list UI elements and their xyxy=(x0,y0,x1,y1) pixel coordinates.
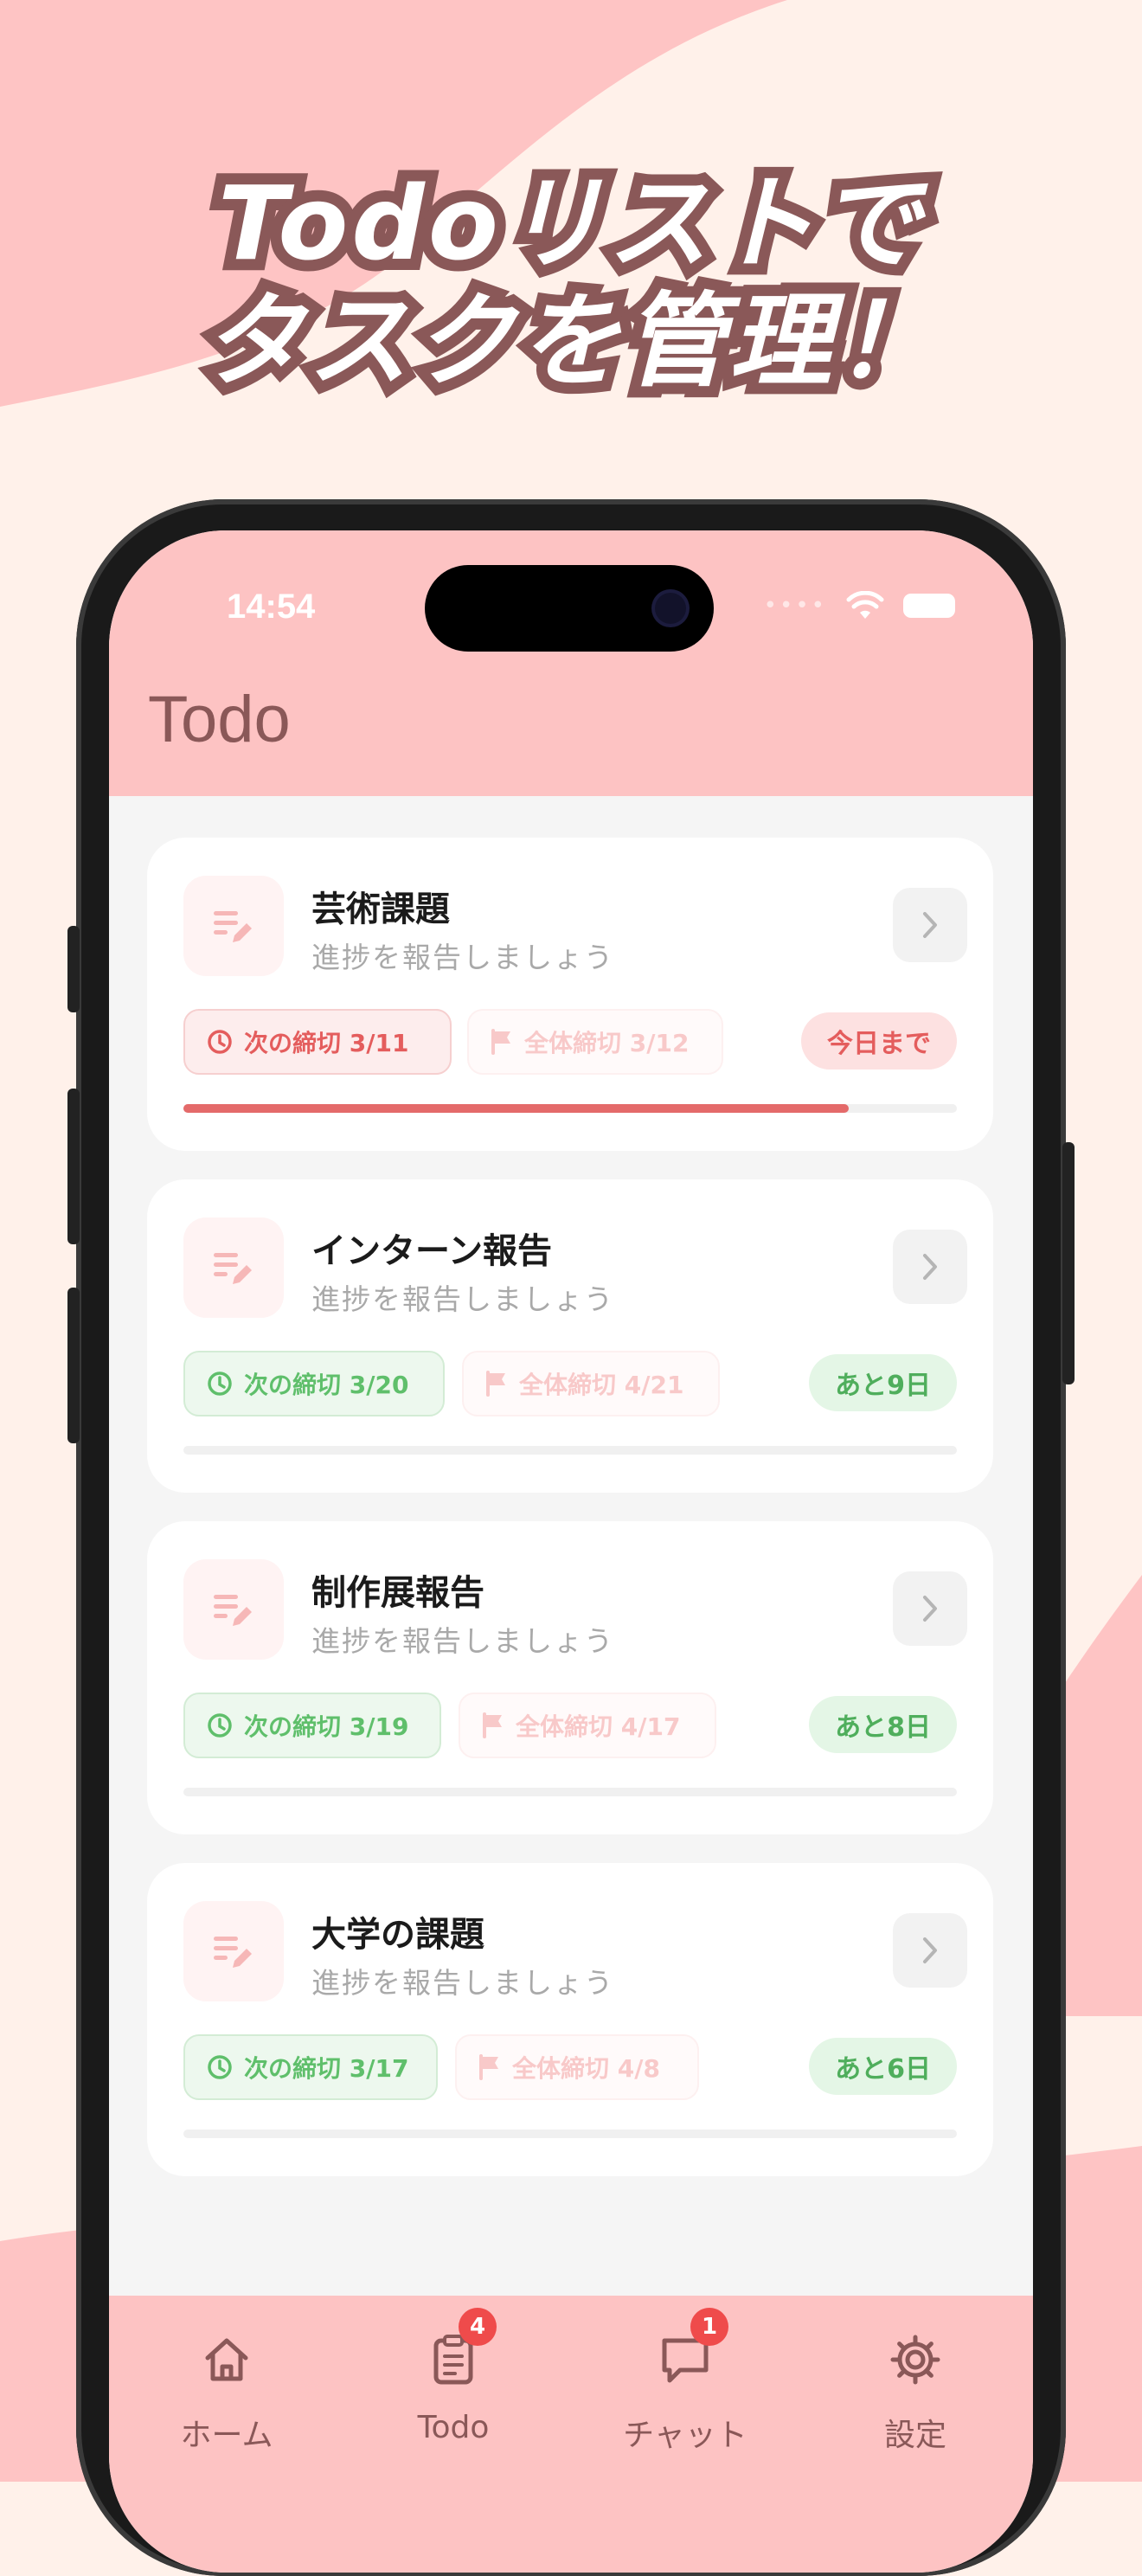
progress-track xyxy=(183,1788,957,1796)
todo-card[interactable]: 芸術課題 進捗を報告しましょう 次の締切 3/11 全体締切 3/12 今日まで xyxy=(147,838,993,1151)
next-deadline-text: 次の締切 3/17 xyxy=(244,2054,409,2083)
home-icon xyxy=(205,2338,248,2381)
dynamic-island xyxy=(425,565,714,652)
tab-todo[interactable]: 4 Todo xyxy=(367,2308,540,2445)
chevron-right-icon xyxy=(923,1254,937,1280)
task-subtitle: 進捗を報告しましょう xyxy=(311,1624,614,1658)
remaining-badge: 今日まで xyxy=(801,1012,957,1070)
top-bar: 14:54 •••• Todo xyxy=(109,530,1033,796)
tab-home[interactable]: ホーム xyxy=(140,2332,313,2455)
tab-label: チャット xyxy=(623,2418,747,2453)
final-deadline-text: 全体締切 4/8 xyxy=(512,2054,660,2083)
todo-card[interactable]: 制作展報告 進捗を報告しましょう 次の締切 3/19 全体締切 4/17 あと8… xyxy=(147,1521,993,1834)
chevron-right-icon xyxy=(923,1596,937,1622)
promo-headline-line1: Todoリストで xyxy=(207,153,932,293)
tab-settings[interactable]: 設定 xyxy=(829,2332,1002,2455)
remaining-badge: あと9日 xyxy=(809,1354,957,1411)
tab-bar: ホーム 4 Todo 1 チャット 設定 xyxy=(109,2296,1033,2573)
final-deadline-chip: 全体締切 4/17 xyxy=(459,1693,716,1758)
todo-card[interactable]: 大学の課題 進捗を報告しましょう 次の締切 3/17 全体締切 4/8 あと6日 xyxy=(147,1863,993,2176)
flag-icon xyxy=(479,2054,498,2080)
next-deadline-chip: 次の締切 3/11 xyxy=(183,1009,452,1075)
flag-icon xyxy=(491,1029,510,1055)
chevron-right-icon xyxy=(923,1937,937,1963)
next-deadline-text: 次の締切 3/11 xyxy=(244,1029,409,1057)
progress-track xyxy=(183,1446,957,1455)
task-subtitle: 進捗を報告しましょう xyxy=(311,1282,614,1316)
open-task-button[interactable] xyxy=(893,888,967,962)
status-time: 14:54 xyxy=(227,588,316,626)
next-deadline-text: 次の締切 3/19 xyxy=(244,1712,409,1741)
final-deadline-text: 全体締切 4/21 xyxy=(519,1371,684,1399)
next-deadline-chip: 次の締切 3/17 xyxy=(183,2034,438,2100)
chat-count-badge: 1 xyxy=(690,2308,728,2346)
task-subtitle: 進捗を報告しましょう xyxy=(311,1966,614,2000)
tab-label: ホーム xyxy=(180,2418,273,2453)
tab-chat[interactable]: 1 チャット xyxy=(599,2308,772,2455)
signal-dots: •••• xyxy=(763,593,827,619)
promo-headline: Todoリストで タスクを管理！ xyxy=(0,153,1142,411)
camera-icon xyxy=(655,593,686,624)
final-deadline-chip: 全体締切 4/8 xyxy=(455,2034,699,2100)
task-subtitle: 進捗を報告しましょう xyxy=(311,941,614,974)
next-deadline-chip: 次の締切 3/20 xyxy=(183,1351,445,1416)
task-icon-box xyxy=(183,1217,284,1318)
progress-track xyxy=(183,1104,957,1113)
wifi-icon xyxy=(846,591,884,619)
final-deadline-text: 全体締切 4/17 xyxy=(516,1712,681,1741)
task-title: インターン報告 xyxy=(311,1231,552,1271)
chevron-right-icon xyxy=(923,912,937,938)
clock-icon xyxy=(208,1030,232,1054)
status-icons: •••• xyxy=(764,591,955,620)
battery-icon xyxy=(903,594,955,618)
todo-count-badge: 4 xyxy=(459,2308,497,2346)
progress-fill xyxy=(183,1104,849,1113)
tab-label: 設定 xyxy=(883,2418,946,2453)
next-deadline-text: 次の締切 3/20 xyxy=(244,1371,409,1399)
clock-icon xyxy=(208,2055,232,2079)
task-title: 大学の課題 xyxy=(311,1915,484,1955)
final-deadline-text: 全体締切 3/12 xyxy=(524,1029,690,1057)
phone-side-button xyxy=(67,926,80,1012)
app-screen: 14:54 •••• Todo 芸術課題 進捗を報告しましょう 次の締切 3/1… xyxy=(109,530,1033,2573)
promo-headline-line2: タスクを管理！ xyxy=(190,271,948,411)
open-task-button[interactable] xyxy=(893,1571,967,1646)
final-deadline-chip: 全体締切 4/21 xyxy=(462,1351,720,1416)
task-icon-box xyxy=(183,1901,284,2001)
remaining-badge: あと6日 xyxy=(809,2038,957,2095)
phone-volume-down-button xyxy=(67,1288,80,1443)
task-title: 芸術課題 xyxy=(311,890,450,929)
edit-note-icon xyxy=(214,911,252,942)
clock-icon xyxy=(208,1372,232,1396)
todo-card[interactable]: インターン報告 進捗を報告しましょう 次の締切 3/20 全体締切 4/21 あ… xyxy=(147,1179,993,1493)
clock-icon xyxy=(208,1713,232,1738)
page-title: Todo xyxy=(148,683,291,756)
open-task-button[interactable] xyxy=(893,1230,967,1304)
phone-volume-up-button xyxy=(67,1089,80,1244)
remaining-badge: あと8日 xyxy=(809,1696,957,1753)
phone-power-button xyxy=(1062,1142,1075,1384)
next-deadline-chip: 次の締切 3/19 xyxy=(183,1693,441,1758)
edit-note-icon xyxy=(214,1937,252,1968)
final-deadline-chip: 全体締切 3/12 xyxy=(467,1009,723,1075)
flag-icon xyxy=(483,1712,502,1738)
open-task-button[interactable] xyxy=(893,1913,967,1988)
task-icon-box xyxy=(183,876,284,976)
progress-track xyxy=(183,2130,957,2138)
gear-icon xyxy=(890,2335,940,2385)
tab-label: Todo xyxy=(417,2410,490,2445)
task-title: 制作展報告 xyxy=(311,1573,484,1613)
flag-icon xyxy=(486,1371,505,1397)
edit-note-icon xyxy=(214,1253,252,1284)
task-icon-box xyxy=(183,1559,284,1660)
edit-note-icon xyxy=(214,1595,252,1626)
